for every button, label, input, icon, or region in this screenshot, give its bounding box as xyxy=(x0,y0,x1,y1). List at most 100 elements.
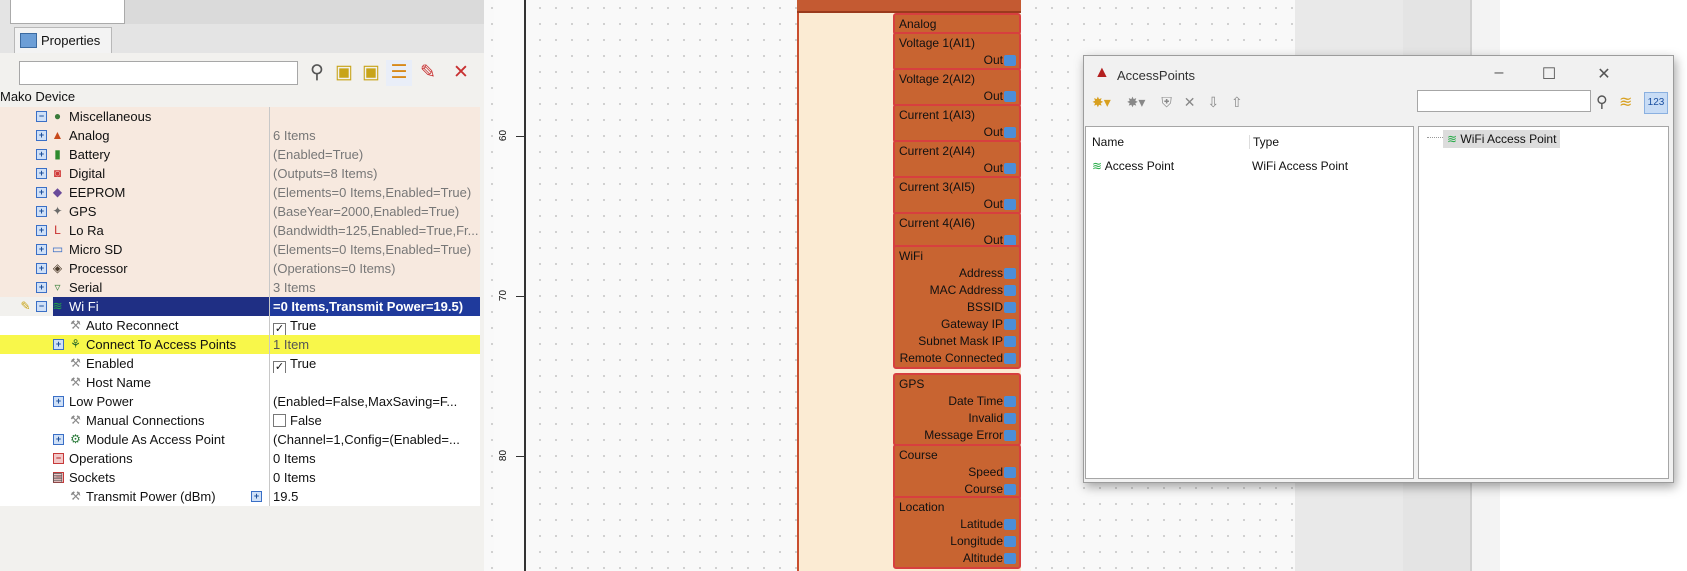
output-pin[interactable]: Speed xyxy=(895,464,1019,481)
output-pin[interactable]: Out xyxy=(895,196,1019,213)
property-value[interactable]: 6 Items xyxy=(269,126,480,145)
component-block[interactable]: Course Speed Course xyxy=(893,444,1021,500)
expand-icon[interactable]: + xyxy=(53,339,64,350)
property-row[interactable]: + ▮ Battery (Enabled=True) xyxy=(0,145,480,164)
component-block[interactable]: Voltage 2(AI2) Out xyxy=(893,68,1021,107)
property-row[interactable]: − ● Miscellaneous xyxy=(0,107,480,126)
property-row[interactable]: + ✦ GPS (BaseYear=2000,Enabled=True) xyxy=(0,202,480,221)
property-value[interactable]: False xyxy=(269,411,480,430)
expand-icon[interactable]: + xyxy=(53,434,64,445)
output-pin[interactable]: Out xyxy=(895,160,1019,177)
property-row[interactable]: + ◙ Digital (Outputs=8 Items) xyxy=(0,164,480,183)
folder-icon[interactable]: ▣ xyxy=(331,60,357,86)
dialog-search-input[interactable] xyxy=(1417,90,1591,112)
property-row[interactable]: + L Lo Ra (Bandwidth=125,Enabled=True,Fr... xyxy=(0,221,480,240)
property-value[interactable]: (Outputs=8 Items) xyxy=(269,164,480,183)
component-block[interactable]: Current 3(AI5) Out xyxy=(893,176,1021,215)
checkbox[interactable]: ✓ xyxy=(273,323,286,335)
component-block[interactable]: Current 1(AI3) Out xyxy=(893,104,1021,143)
expand-icon[interactable]: + xyxy=(36,187,47,198)
property-value[interactable]: ✓ True xyxy=(269,316,480,335)
output-pin[interactable]: Subnet Mask IP xyxy=(895,333,1019,350)
component-block[interactable]: Current 2(AI4) Out xyxy=(893,140,1021,179)
add-sub-icon[interactable]: ✸▾ xyxy=(1127,94,1146,110)
property-row[interactable]: + ▿ Serial 3 Items xyxy=(0,278,480,297)
column-type-header[interactable]: Type xyxy=(1249,135,1279,149)
property-value[interactable]: (Enabled=False,MaxSaving=F... xyxy=(269,392,480,411)
expand-icon[interactable]: + xyxy=(36,225,47,236)
output-pin[interactable]: Out xyxy=(895,124,1019,141)
add-icon[interactable]: ✸▾ xyxy=(1092,94,1111,110)
wifi-icon[interactable]: ≋ xyxy=(1619,92,1632,112)
move-down-icon[interactable]: ⇩ xyxy=(1207,94,1219,110)
expand-icon[interactable]: + xyxy=(36,244,47,255)
property-value[interactable]: (Channel=1,Config=(Enabled=... xyxy=(269,430,480,449)
maximize-button[interactable]: ☐ xyxy=(1534,64,1564,84)
component-block[interactable]: Voltage 1(AI1) Out xyxy=(893,32,1021,71)
delete-icon[interactable]: ✕ xyxy=(1184,94,1196,110)
output-pin[interactable]: Address xyxy=(895,265,1019,282)
output-pin[interactable]: Longitude xyxy=(895,533,1019,550)
component-block[interactable]: WiFi Address MAC Address BSSID Gateway IP Sub… xyxy=(893,245,1021,369)
output-pin[interactable]: Altitude xyxy=(895,550,1019,567)
property-value[interactable] xyxy=(269,107,480,126)
expand-icon[interactable]: + xyxy=(53,396,64,407)
property-value[interactable] xyxy=(269,373,480,392)
property-row[interactable]: ✎ − ≋ Wi Fi =0 Items,Transmit Power=19.5) xyxy=(0,297,480,316)
sort-numeric-icon[interactable]: 123 xyxy=(1644,92,1668,114)
pin-icon[interactable]: ✎ xyxy=(415,60,441,86)
expand-icon[interactable]: + xyxy=(251,491,262,502)
property-value[interactable]: (Enabled=True) xyxy=(269,145,480,164)
property-value[interactable]: 3 Items xyxy=(269,278,480,297)
output-pin[interactable]: MAC Address xyxy=(895,282,1019,299)
property-row[interactable]: ⚒ Transmit Power (dBm) +19.5 xyxy=(0,487,480,506)
property-row[interactable]: ⚒ Auto Reconnect ✓ True xyxy=(0,316,480,335)
properties-search-input[interactable] xyxy=(19,61,298,85)
move-up-icon[interactable]: ⇧ xyxy=(1231,94,1243,110)
minimize-button[interactable]: – xyxy=(1484,64,1514,84)
filter-icon[interactable]: ⚲ xyxy=(304,60,330,86)
expand-icon[interactable]: + xyxy=(36,130,47,141)
property-value[interactable]: 0 Items xyxy=(269,468,480,487)
expand-icon[interactable]: + xyxy=(36,149,47,160)
property-row[interactable]: ⚒ Host Name xyxy=(0,373,480,392)
property-row[interactable]: − Operations 0 Items xyxy=(0,449,480,468)
tree-item[interactable]: ≋ WiFi Access Point xyxy=(1443,130,1561,148)
output-pin[interactable]: Out xyxy=(895,88,1019,105)
property-row[interactable]: + Low Power (Enabled=False,MaxSaving=F... xyxy=(0,392,480,411)
output-pin[interactable]: Invalid xyxy=(895,410,1019,427)
output-pin[interactable]: Remote Connected xyxy=(895,350,1019,367)
property-value[interactable]: 1 Item xyxy=(269,335,480,354)
property-row[interactable]: + ◈ Processor (Operations=0 Items) xyxy=(0,259,480,278)
property-row[interactable]: − ▤ Sockets 0 Items xyxy=(0,468,480,487)
component-block[interactable]: Location Latitude Longitude Altitude xyxy=(893,496,1021,569)
property-value[interactable]: (Bandwidth=125,Enabled=True,Fr... xyxy=(269,221,480,240)
output-pin[interactable]: Out xyxy=(895,52,1019,69)
property-value[interactable]: =0 Items,Transmit Power=19.5) xyxy=(269,297,480,316)
property-row[interactable]: + ⚙ Module As Access Point (Channel=1,Confi… xyxy=(0,430,480,449)
output-pin[interactable]: Message Error xyxy=(895,427,1019,444)
expand-icon[interactable]: + xyxy=(36,168,47,179)
property-row[interactable]: ⚒ Manual Connections False xyxy=(0,411,480,430)
top-field[interactable] xyxy=(10,0,125,24)
collapse-icon[interactable]: − xyxy=(36,111,47,122)
expand-icon[interactable]: + xyxy=(36,263,47,274)
property-value[interactable]: (BaseYear=2000,Enabled=True) xyxy=(269,202,480,221)
tab-properties[interactable]: Properties xyxy=(14,27,112,54)
property-value[interactable]: +19.5 xyxy=(251,487,480,506)
filter-icon[interactable]: ⚲ xyxy=(1596,92,1608,112)
property-row[interactable]: + ⚘ Connect To Access Points 1 Item xyxy=(0,335,480,354)
output-pin[interactable]: Latitude xyxy=(895,516,1019,533)
property-row[interactable]: + ▲ Analog 6 Items xyxy=(0,126,480,145)
folder-icon[interactable]: ▣ xyxy=(358,60,384,86)
expand-icon[interactable]: + xyxy=(36,282,47,293)
close-button[interactable]: ✕ xyxy=(1589,64,1619,84)
output-pin[interactable]: BSSID xyxy=(895,299,1019,316)
tools-icon[interactable]: ✕ xyxy=(448,60,474,86)
property-row[interactable]: ⚒ Enabled ✓ True xyxy=(0,354,480,373)
shield-icon[interactable]: ⛨ xyxy=(1161,94,1172,110)
expand-icon[interactable]: + xyxy=(36,206,47,217)
output-pin[interactable]: Date Time xyxy=(895,393,1019,410)
component-block[interactable]: GPS Date Time Invalid Message Error xyxy=(893,373,1021,446)
output-pin[interactable]: Gateway IP xyxy=(895,316,1019,333)
